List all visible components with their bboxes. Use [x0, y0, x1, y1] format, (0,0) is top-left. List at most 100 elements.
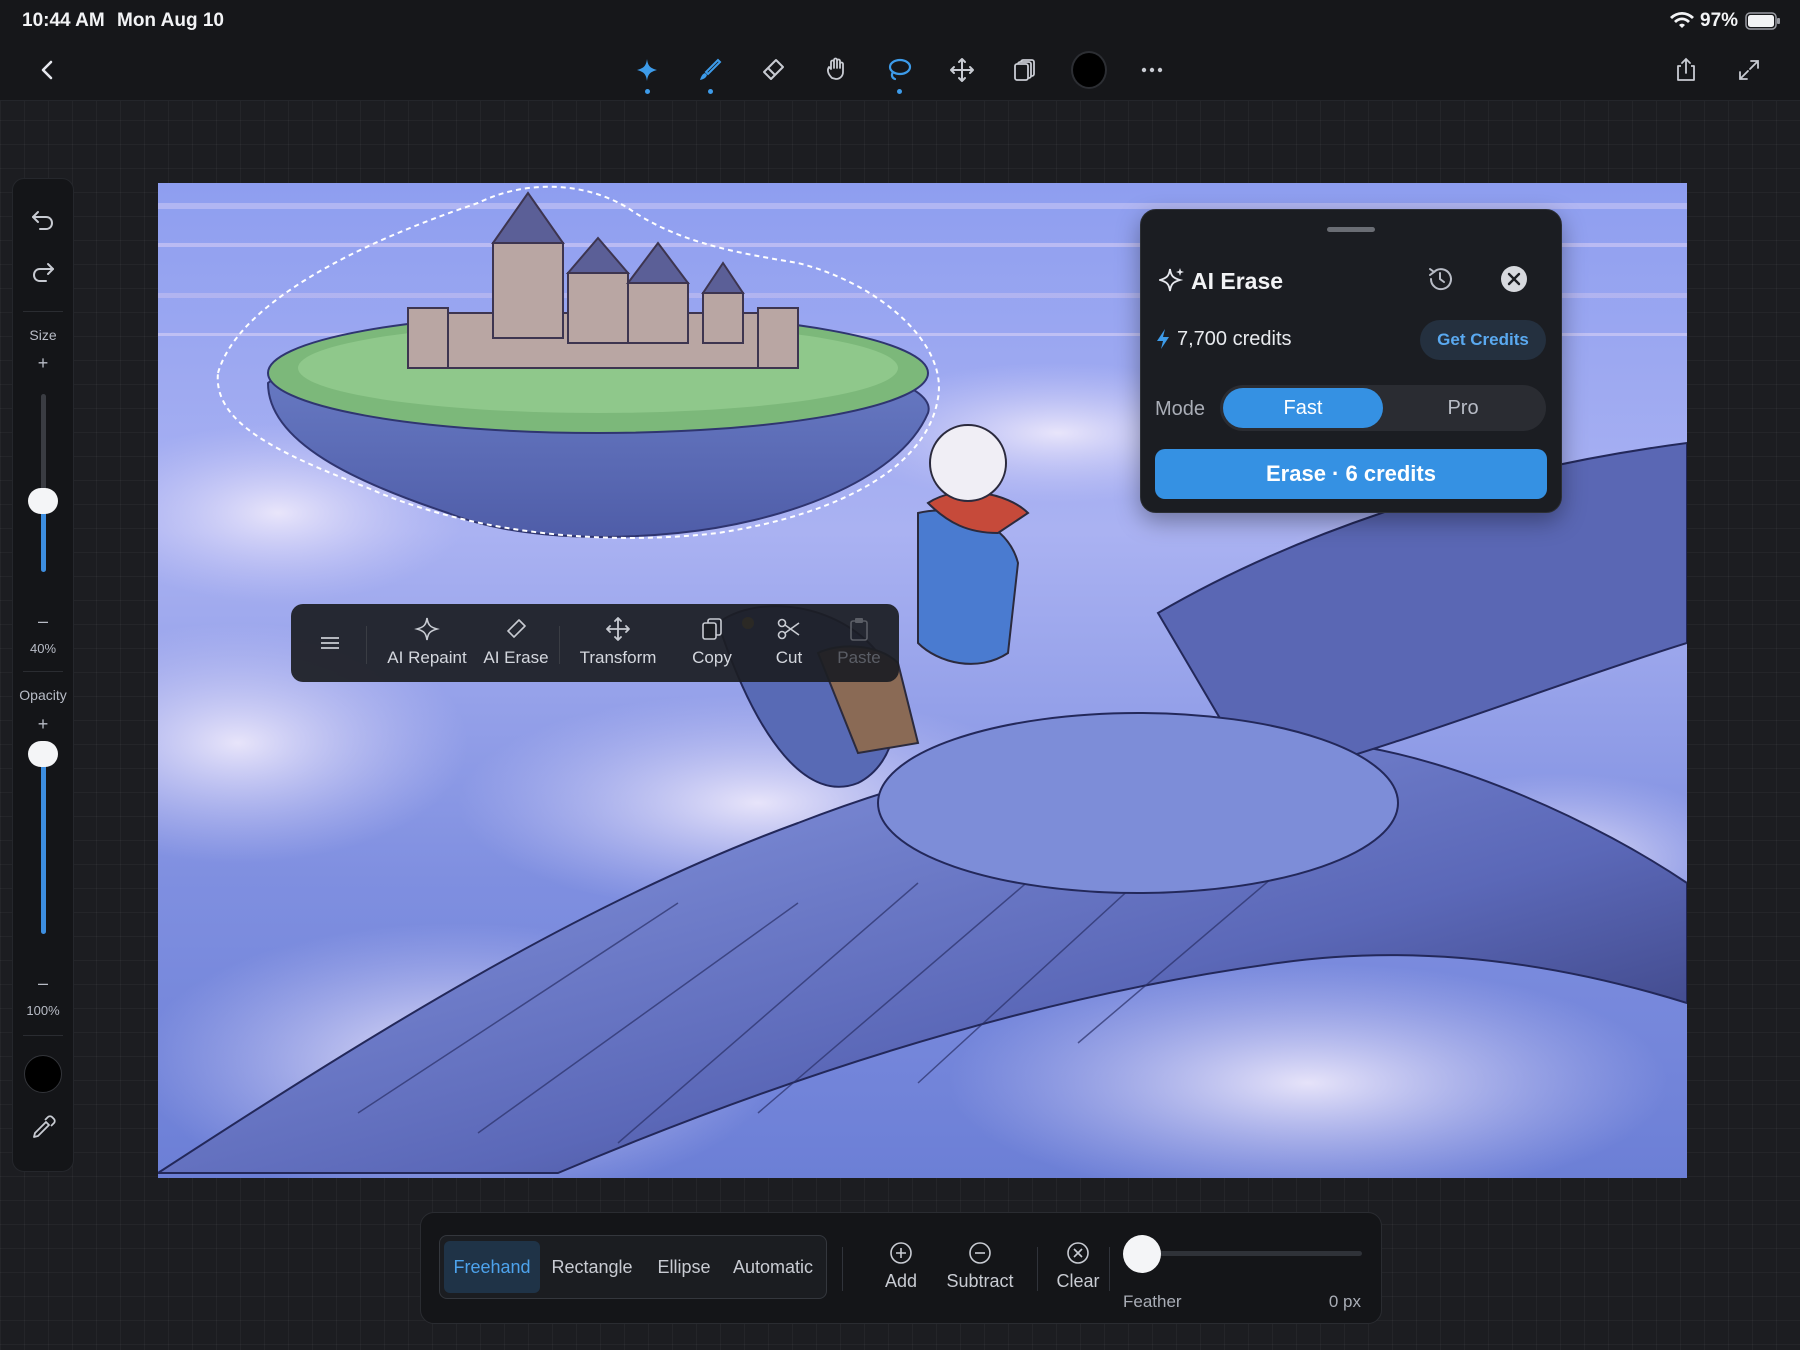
left-sidebar: Size + – 40% Opacity + – 100% [12, 178, 74, 1172]
eyedropper-icon[interactable] [30, 1115, 56, 1141]
color-swatch-button[interactable] [1071, 51, 1107, 89]
size-decrease[interactable]: – [13, 611, 73, 632]
shape-freehand[interactable]: Freehand [444, 1241, 540, 1293]
opacity-slider-thumb[interactable] [28, 741, 58, 767]
opacity-decrease[interactable]: – [13, 973, 73, 994]
selection-toolbar: Freehand Rectangle Ellipse Automatic Add… [420, 1212, 1382, 1324]
size-value: 40% [29, 641, 57, 656]
sparkle-icon [414, 617, 440, 641]
divider [1109, 1247, 1110, 1291]
feather-label: Feather [1123, 1292, 1182, 1311]
shape-automatic[interactable]: Automatic [724, 1241, 822, 1293]
copy-label: Copy [692, 648, 732, 667]
history-icon[interactable] [1425, 264, 1455, 294]
minus-circle-icon [969, 1242, 991, 1264]
divider [366, 626, 367, 664]
paste-button: Paste [824, 616, 894, 672]
expand-icon [1739, 60, 1759, 80]
transform-label: Transform [579, 648, 657, 667]
lasso-icon [888, 58, 912, 81]
panel-title: AI Erase [1191, 268, 1284, 294]
chevron-left-icon [41, 60, 53, 80]
paste-label: Paste [837, 648, 881, 667]
back-button[interactable] [30, 52, 66, 88]
smudge-icon [827, 57, 844, 80]
size-increase[interactable]: + [13, 353, 73, 374]
ai-erase-panel: AI Erase 7,700 credits Get Credits Mode … [1140, 209, 1562, 513]
mode-label: Mode [1155, 398, 1206, 420]
scissors-icon [777, 618, 800, 640]
copy-icon [702, 618, 722, 640]
size-slider[interactable] [41, 394, 46, 572]
status-bar: 10:44 AM Mon Aug 10 97% [0, 0, 1800, 40]
selection-shape-selector: Freehand Rectangle Ellipse Automatic [439, 1235, 827, 1299]
move-icon [606, 617, 630, 641]
mode-fast-option[interactable]: Fast [1223, 388, 1383, 428]
add-label: Add [884, 1271, 918, 1291]
x-circle-icon [1067, 1242, 1089, 1264]
wifi-icon [1670, 12, 1694, 28]
ai-erase-label: AI Erase [483, 648, 549, 667]
active-indicator [645, 89, 650, 94]
divider [23, 311, 63, 312]
feather-slider[interactable] [1144, 1251, 1362, 1256]
smudge-tool-button[interactable] [818, 52, 854, 88]
ai-repaint-button[interactable]: AI Repaint [379, 616, 475, 672]
opacity-slider-fill [41, 754, 46, 934]
eraser-tool-button[interactable] [755, 52, 791, 88]
ai-erase-button[interactable]: AI Erase [475, 616, 557, 672]
ai-repaint-label: AI Repaint [387, 648, 467, 667]
move-icon [950, 58, 974, 82]
get-credits-button[interactable]: Get Credits [1420, 320, 1546, 360]
brush-icon [700, 58, 722, 80]
cut-button[interactable]: Cut [754, 616, 824, 672]
opacity-slider[interactable] [41, 754, 46, 934]
close-icon[interactable] [1500, 265, 1528, 293]
sparkle-icon [1159, 268, 1184, 292]
feather-slider-thumb[interactable] [1123, 1235, 1161, 1273]
eraser-icon [763, 59, 784, 80]
selection-context-menu: AI Repaint AI Erase Transform Copy Cut P… [291, 604, 899, 682]
move-tool-button[interactable] [944, 52, 980, 88]
active-indicator [897, 89, 902, 94]
more-button[interactable] [1134, 52, 1170, 88]
menu-icon[interactable] [319, 632, 341, 654]
shape-ellipse[interactable]: Ellipse [644, 1241, 724, 1293]
opacity-increase[interactable]: + [13, 714, 73, 735]
lasso-tool-button[interactable] [881, 52, 917, 94]
add-selection-button[interactable]: Add [869, 1241, 933, 1292]
credits-balance: 7,700 credits [1177, 328, 1292, 350]
size-slider-thumb[interactable] [28, 487, 58, 514]
plus-circle-icon [890, 1242, 912, 1264]
eraser-icon [507, 619, 526, 638]
paste-icon [850, 618, 868, 641]
battery-percent: 97% [1700, 10, 1739, 31]
layers-tool-button[interactable] [1007, 52, 1043, 88]
mode-pro-option[interactable]: Pro [1383, 388, 1543, 428]
size-label: Size [29, 327, 57, 343]
panel-grab-handle[interactable] [1327, 227, 1375, 232]
divider [23, 671, 63, 672]
transform-button[interactable]: Transform [568, 616, 668, 672]
sparkle-icon [637, 59, 657, 81]
shape-rectangle[interactable]: Rectangle [540, 1241, 644, 1293]
undo-icon[interactable] [30, 207, 56, 233]
share-button[interactable] [1668, 52, 1704, 88]
divider [1037, 1247, 1038, 1291]
more-icon [1141, 67, 1163, 73]
fullscreen-button[interactable] [1731, 52, 1767, 88]
clear-selection-button[interactable]: Clear [1045, 1241, 1111, 1292]
opacity-label: Opacity [19, 687, 67, 703]
brush-tool-button[interactable] [692, 52, 728, 94]
divider [23, 1035, 63, 1036]
opacity-value: 100% [26, 1003, 60, 1018]
subtract-selection-button[interactable]: Subtract [933, 1241, 1027, 1292]
current-color-swatch[interactable] [24, 1055, 62, 1093]
copy-button[interactable]: Copy [670, 616, 754, 672]
redo-icon[interactable] [30, 259, 56, 285]
cut-label: Cut [775, 648, 803, 667]
erase-button[interactable]: Erase · 6 credits [1155, 449, 1547, 499]
ai-tool-button[interactable] [629, 52, 665, 94]
battery-icon [1745, 12, 1780, 30]
mode-selector: Fast Pro [1220, 385, 1546, 431]
